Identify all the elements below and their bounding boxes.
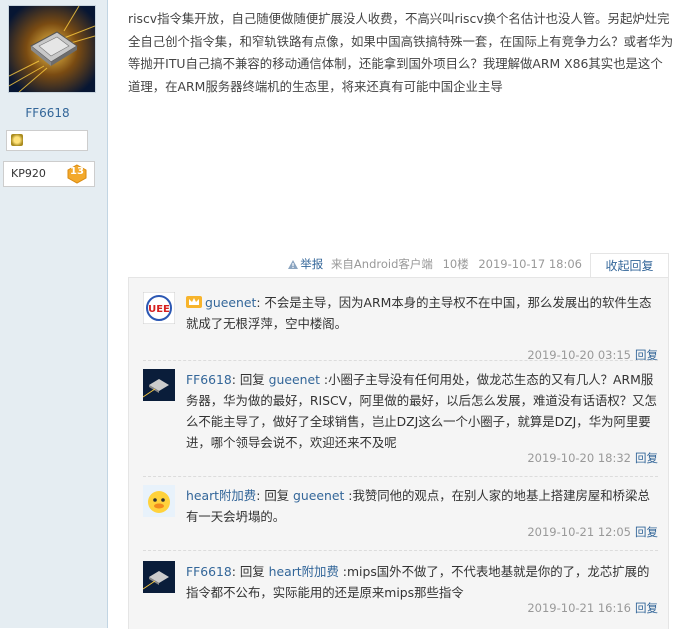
divider: [143, 360, 658, 361]
reply-link[interactable]: 回复: [635, 525, 658, 539]
comment-meta: 2019-10-20 18:32 回复: [527, 450, 658, 466]
user-group-box: KP920 13: [3, 161, 95, 187]
collapse-reply-button[interactable]: 收起回复: [590, 253, 669, 279]
comment-user[interactable]: gueenet: [205, 295, 256, 310]
svg-text:UEE: UEE: [148, 304, 170, 315]
medal-box: [6, 130, 88, 151]
comment-avatar[interactable]: [143, 369, 175, 401]
medal-icon: [11, 134, 23, 146]
user-avatar[interactable]: [8, 5, 96, 93]
user-sidebar: FF6618 KP920 13: [0, 0, 108, 628]
user-group[interactable]: KP920: [11, 167, 46, 180]
comment-meta: 2019-10-21 16:16 回复: [527, 600, 658, 616]
comment-user[interactable]: FF6618: [186, 372, 232, 387]
divider: [143, 476, 658, 477]
comment-user[interactable]: heart附加费: [186, 488, 256, 503]
comment-time: 2019-10-20 18:32: [527, 451, 631, 465]
post-source[interactable]: 来自Android客户端: [331, 257, 433, 271]
comment-avatar[interactable]: [143, 485, 175, 517]
comment-content: : 不会是主导，因为ARM本身的主导权不在中国，那么发展出的软件生态就成了无根浮…: [186, 295, 652, 331]
comment-avatar[interactable]: [143, 561, 175, 593]
comment-time: 2019-10-21 16:16: [527, 601, 631, 615]
level-number: 13: [70, 166, 84, 177]
vip-icon: [186, 296, 202, 308]
report-link[interactable]: 举报: [300, 257, 323, 271]
reply-to-user[interactable]: gueenet: [293, 488, 344, 503]
divider: [143, 550, 658, 551]
reply-prefix: : 回复: [256, 488, 294, 503]
post-body: riscv指令集开放，自己随便做随便扩展没人收费，不高兴叫riscv换个名估计也…: [128, 11, 674, 94]
username[interactable]: FF6618: [0, 106, 95, 120]
report-icon: [288, 260, 299, 269]
reply-prefix: : 回复: [231, 564, 269, 579]
reply-prefix: : 回复: [231, 372, 269, 387]
comment-list: UEE gueenet: 不会是主导，因为ARM本身的主导权不在中国，那么发展出…: [128, 277, 669, 629]
comment-user[interactable]: FF6618: [186, 564, 232, 579]
reply-to-user[interactable]: gueenet: [269, 372, 320, 387]
comment-time: 2019-10-21 12:05: [527, 525, 631, 539]
comment-avatar[interactable]: UEE: [143, 292, 175, 324]
reply-link[interactable]: 回复: [635, 601, 658, 615]
post-time: 2019-10-17 18:06: [478, 257, 582, 271]
post-meta: 举报 来自Android客户端 10楼 2019-10-17 18:06: [288, 256, 582, 272]
reply-link[interactable]: 回复: [635, 451, 658, 465]
comment-meta: 2019-10-21 12:05 回复: [527, 524, 658, 540]
reply-to-user[interactable]: heart附加费: [269, 564, 339, 579]
post-floor: 10楼: [442, 257, 469, 271]
level-badge: 13: [66, 164, 88, 184]
